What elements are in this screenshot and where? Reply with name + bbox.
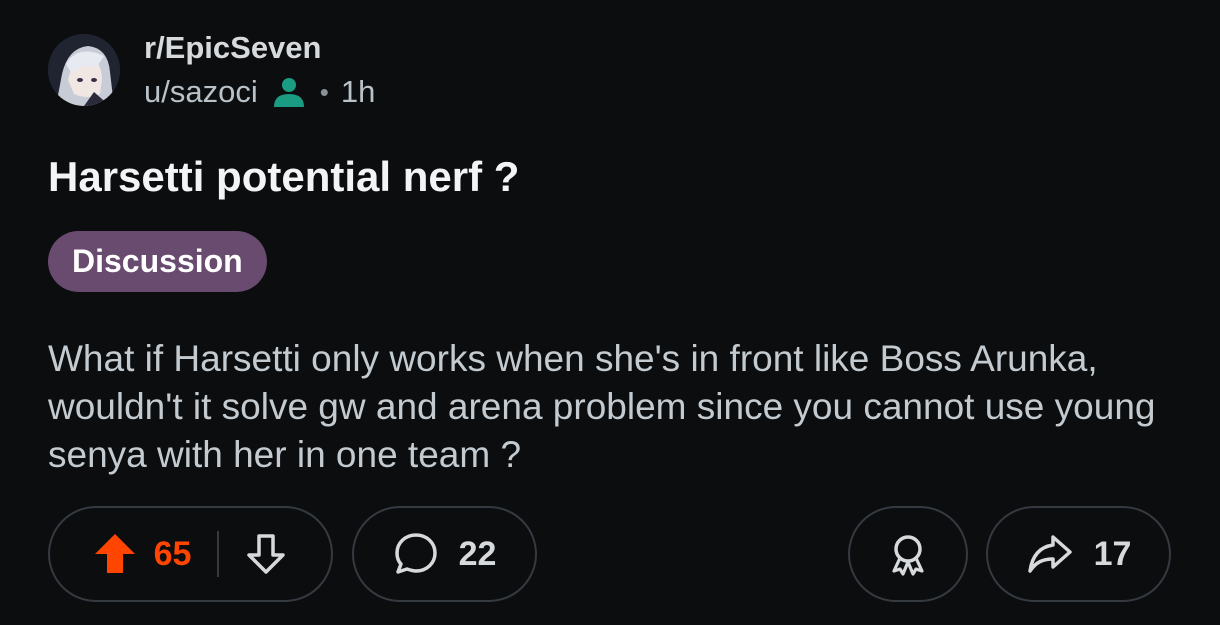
author-line: u/sazoci • 1h xyxy=(144,74,375,110)
share-button[interactable]: 17 xyxy=(986,506,1171,602)
award-button[interactable] xyxy=(848,506,968,602)
award-icon xyxy=(885,531,931,577)
vote-count: 65 xyxy=(153,534,192,573)
vote-divider xyxy=(217,531,220,577)
share-count: 17 xyxy=(1093,534,1132,573)
upvote-arrow-icon[interactable] xyxy=(92,531,138,577)
vote-bar: 65 xyxy=(48,506,333,602)
meta-separator: • xyxy=(319,77,329,107)
post-title[interactable]: Harsetti potential nerf ? xyxy=(48,150,519,204)
author-link[interactable]: u/sazoci xyxy=(144,74,258,110)
subreddit-link[interactable]: r/EpicSeven xyxy=(144,30,375,66)
post-flair[interactable]: Discussion xyxy=(48,231,267,292)
avatar[interactable] xyxy=(48,34,120,106)
comment-count: 22 xyxy=(458,534,497,573)
comments-button[interactable]: 22 xyxy=(352,506,537,602)
downvote-arrow-icon[interactable] xyxy=(243,531,289,577)
post-actions: 65 22 17 xyxy=(0,506,1220,602)
post-meta: r/EpicSeven u/sazoci • 1h xyxy=(144,30,375,110)
comment-bubble-icon xyxy=(393,531,439,577)
post-body[interactable]: What if Harsetti only works when she's i… xyxy=(48,335,1158,479)
post-time: 1h xyxy=(340,74,376,109)
post-header: r/EpicSeven u/sazoci • 1h xyxy=(48,30,375,110)
user-icon xyxy=(272,75,306,109)
share-arrow-icon xyxy=(1026,531,1074,577)
